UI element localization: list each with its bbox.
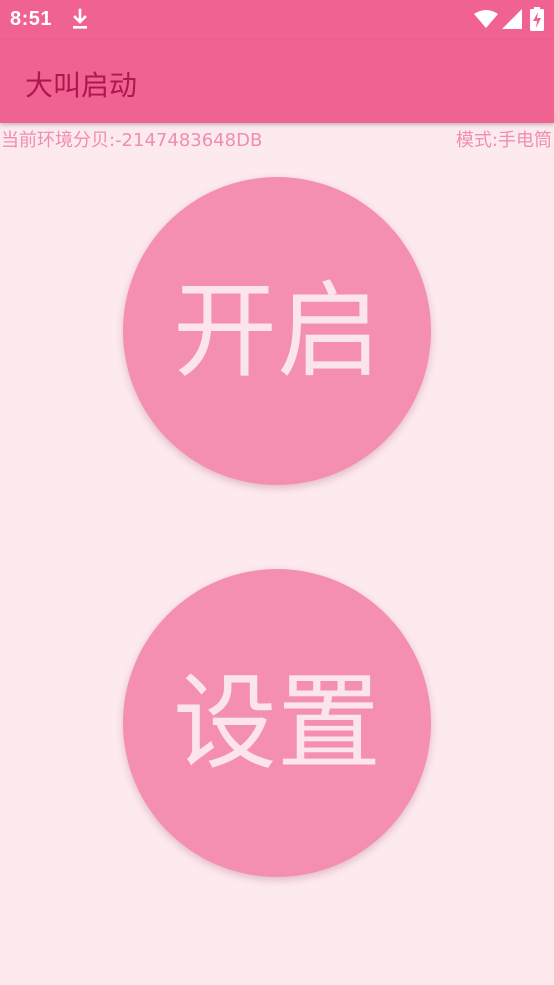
settings-button-label: 设置 [172, 662, 381, 784]
start-button-label: 开启 [172, 270, 381, 392]
decibel-readout: 当前环境分贝:-2147483648DB [1, 130, 263, 151]
app-bar: 大叫启动 [0, 40, 554, 123]
battery-charging-icon [530, 7, 544, 31]
status-bar: 8:51 [0, 0, 554, 40]
wifi-icon [474, 10, 498, 28]
signal-icon [502, 9, 522, 29]
app-title: 大叫启动 [25, 69, 138, 102]
status-time: 8:51 [10, 8, 53, 30]
download-icon [73, 8, 87, 29]
mode-label: 模式:手电筒 [455, 130, 552, 151]
info-row: 当前环境分贝:-2147483648DB 模式:手电筒 [0, 124, 554, 154]
settings-button[interactable]: 设置 [123, 569, 431, 877]
start-button[interactable]: 开启 [123, 177, 431, 485]
